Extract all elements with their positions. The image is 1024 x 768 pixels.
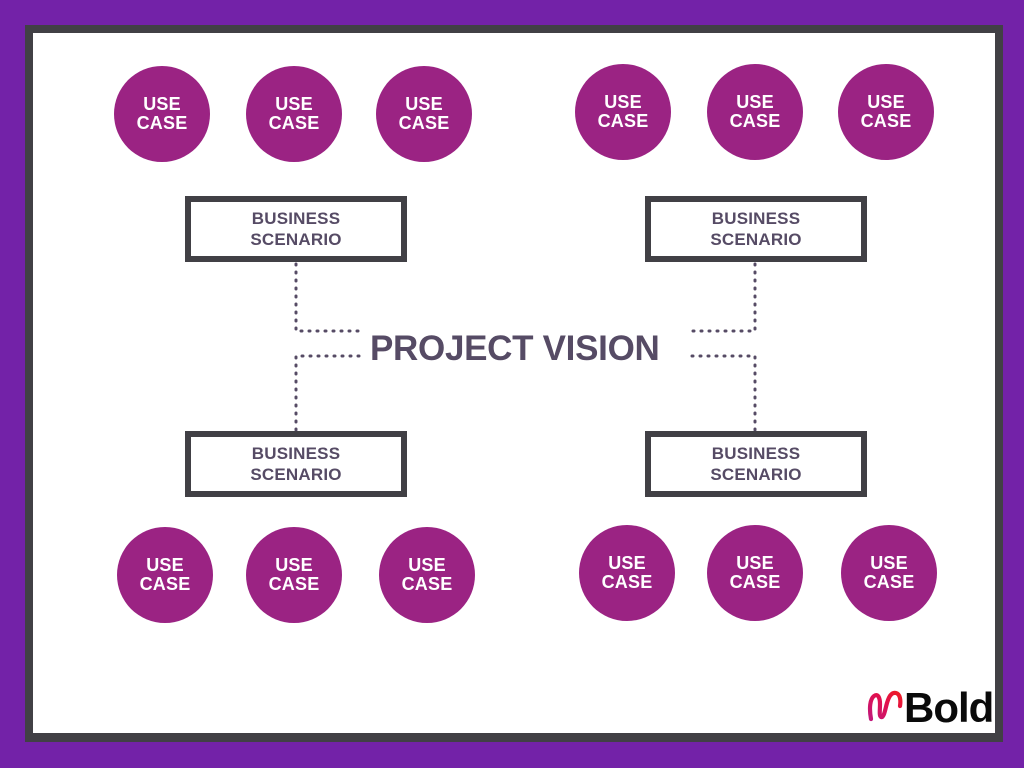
use-case-line-2: CASE	[268, 574, 320, 594]
scenario-line-2: SCENARIO	[710, 230, 802, 249]
scenario-line-2: SCENARIO	[250, 230, 342, 249]
use-case-line-1: USE	[736, 91, 774, 112]
use-case-circle[interactable]: USE CASE	[579, 525, 675, 621]
scenario-line-1: BUSINESS	[711, 208, 801, 228]
use-case-circle[interactable]: USE CASE	[114, 66, 210, 162]
use-case-line-2: CASE	[729, 111, 781, 131]
use-case-circle[interactable]: USE CASE	[246, 66, 342, 162]
use-case-line-1: USE	[408, 554, 446, 575]
use-case-line-2: CASE	[601, 572, 653, 592]
business-scenario-box[interactable]: BUSINESS SCENARIO	[645, 431, 867, 497]
use-case-line-1: USE	[608, 552, 646, 573]
use-case-line-2: CASE	[136, 113, 188, 133]
use-case-circle[interactable]: USE CASE	[379, 527, 475, 623]
logo-wordmark: Bold	[904, 684, 994, 731]
scenario-line-1: BUSINESS	[711, 443, 801, 463]
use-case-line-2: CASE	[863, 572, 915, 592]
scenario-line-2: SCENARIO	[250, 465, 342, 484]
scenario-line-1: BUSINESS	[251, 208, 341, 228]
scenario-line-1: BUSINESS	[251, 443, 341, 463]
use-case-circle[interactable]: USE CASE	[841, 525, 937, 621]
use-case-line-1: USE	[867, 91, 905, 112]
project-vision-title: PROJECT VISION	[370, 329, 660, 368]
use-case-line-2: CASE	[597, 111, 649, 131]
business-scenario-box[interactable]: BUSINESS SCENARIO	[185, 196, 407, 262]
use-case-circle[interactable]: USE CASE	[246, 527, 342, 623]
use-case-line-1: USE	[143, 93, 181, 114]
use-case-line-2: CASE	[729, 572, 781, 592]
business-scenario-box[interactable]: BUSINESS SCENARIO	[645, 196, 867, 262]
use-case-circle[interactable]: USE CASE	[376, 66, 472, 162]
scenario-line-2: SCENARIO	[710, 465, 802, 484]
use-case-line-2: CASE	[268, 113, 320, 133]
script-n-icon	[867, 690, 903, 722]
use-case-line-1: USE	[405, 93, 443, 114]
use-case-circle[interactable]: USE CASE	[707, 525, 803, 621]
use-case-line-2: CASE	[401, 574, 453, 594]
use-case-line-1: USE	[146, 554, 184, 575]
use-case-line-1: USE	[736, 552, 774, 573]
use-case-line-2: CASE	[398, 113, 450, 133]
use-case-line-1: USE	[275, 554, 313, 575]
nbold-logo: Bold	[866, 684, 994, 732]
use-case-circle[interactable]: USE CASE	[838, 64, 934, 160]
use-case-line-1: USE	[870, 552, 908, 573]
use-case-line-1: USE	[275, 93, 313, 114]
use-case-circle[interactable]: USE CASE	[707, 64, 803, 160]
business-scenario-box[interactable]: BUSINESS SCENARIO	[185, 431, 407, 497]
use-case-line-1: USE	[604, 91, 642, 112]
slide-canvas: USE CASE USE CASE USE CASE BUSINESS SCEN…	[0, 0, 1024, 768]
use-case-line-2: CASE	[139, 574, 191, 594]
use-case-circle[interactable]: USE CASE	[575, 64, 671, 160]
use-case-circle[interactable]: USE CASE	[117, 527, 213, 623]
use-case-line-2: CASE	[860, 111, 912, 131]
